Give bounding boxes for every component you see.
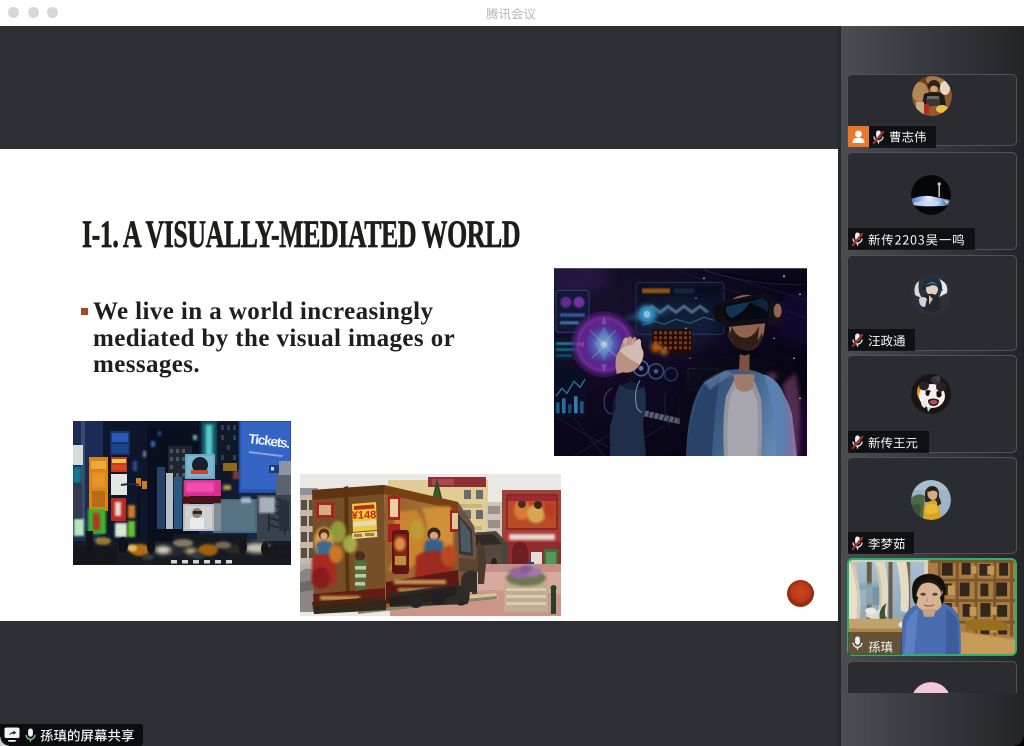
svg-text:¥148: ¥148 (352, 509, 377, 522)
